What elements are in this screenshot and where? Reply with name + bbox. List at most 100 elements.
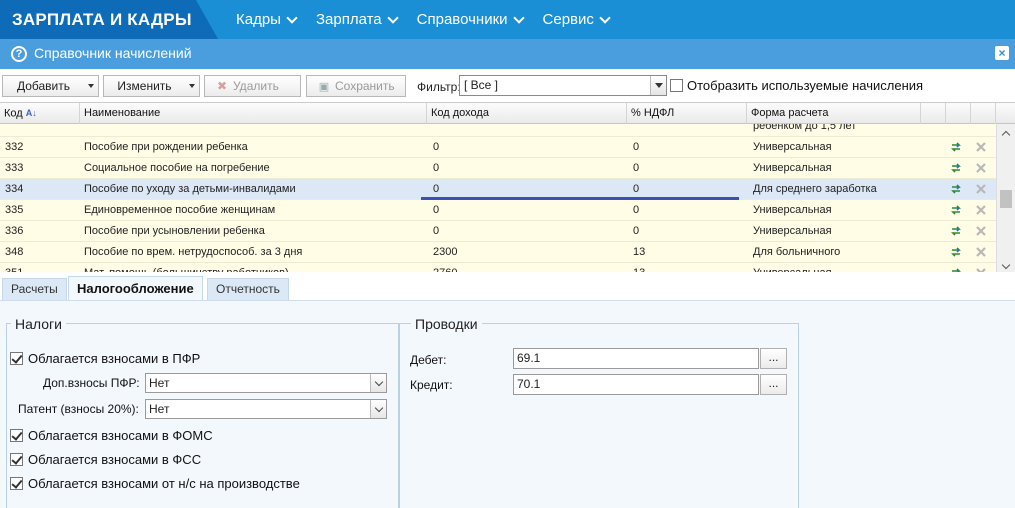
filter-select[interactable]: [ Все ] — [459, 75, 667, 96]
accruals-grid: Код A↓ Наименование Код дохода % НДФЛ Фор… — [0, 102, 1015, 272]
cell-name: Пособие при рождении ребенка — [84, 141, 248, 153]
delete-x-icon[interactable] — [975, 204, 987, 216]
table-row[interactable]: 348 Пособие по врем. нетрудоспособ. за 3 … — [0, 242, 996, 263]
table-row[interactable]: ребенком до 1,5 лет — [0, 124, 996, 137]
chevron-down-icon[interactable] — [370, 400, 386, 418]
swap-arrows-icon[interactable] — [950, 204, 962, 216]
cell-income-code: 0 — [433, 141, 440, 153]
swap-arrows-icon[interactable] — [950, 162, 962, 174]
help-icon[interactable]: ? — [11, 46, 27, 62]
grid-scrollbar[interactable] — [996, 124, 1015, 272]
foms-checkbox[interactable] — [10, 429, 23, 442]
table-row[interactable]: 336 Пособие при усыновлении ребенка 0 0 Унив… — [0, 221, 996, 242]
cell-income-code: 0 — [433, 225, 440, 237]
delete-button-label: Удалить — [233, 79, 279, 93]
dropdown-arrow-icon[interactable] — [84, 84, 98, 88]
dropdown-arrow-icon[interactable] — [650, 76, 666, 95]
window-title: Справочник начислений — [34, 45, 192, 61]
fss-checkbox[interactable] — [10, 453, 23, 466]
taxes-legend: Налоги — [11, 316, 66, 332]
cell-name: Мат. помощь (большинству работников) — [80, 263, 289, 272]
table-row[interactable]: 335 Единовременное пособие женщинам 0 0 Унив… — [0, 200, 996, 221]
window-titlebar: ? Справочник начислений × — [0, 39, 1015, 69]
dop-pfr-label: Доп.взносы ПФР: — [43, 376, 140, 390]
column-header-code[interactable]: Код A↓ — [0, 103, 80, 124]
nav-item-zarplata[interactable]: Зарплата — [316, 0, 399, 39]
column-header-action2 — [946, 103, 971, 124]
chevron-down-icon — [512, 11, 525, 24]
dropdown-arrow-icon[interactable] — [185, 84, 199, 88]
cell-ndfl: 13 — [633, 246, 646, 258]
tab-raschety[interactable]: Расчеты — [2, 278, 67, 300]
table-row[interactable]: 333 Социальное пособие на погребение 0 0 Уни… — [0, 158, 996, 179]
table-row[interactable]: 332 Пособие при рождении ребенка 0 0 Универс… — [0, 137, 996, 158]
cell-form: ребенком до 1,5 лет — [753, 124, 857, 132]
app-brand[interactable]: ЗАРПЛАТА И КАДРЫ — [0, 0, 218, 39]
save-button[interactable]: ▣ Сохранить — [306, 75, 406, 97]
nav-item-servis[interactable]: Сервис — [542, 0, 611, 39]
add-button[interactable]: Добавить — [2, 75, 99, 97]
pfr-option[interactable]: Облагается взносами в ПФР — [10, 351, 200, 366]
cell-code: 351 — [1, 263, 23, 272]
swap-arrows-icon[interactable] — [950, 225, 962, 237]
filter-label: Фильтр: — [417, 80, 461, 94]
nav-item-spravochniki[interactable]: Справочники — [417, 0, 525, 39]
ns-option[interactable]: Облагается взносами от н/с на производст… — [10, 476, 300, 491]
delete-x-icon[interactable] — [975, 246, 987, 258]
foms-option[interactable]: Облагается взносами в ФОМС — [10, 428, 213, 443]
cell-calc-form: Для среднего заработка — [753, 183, 877, 195]
patent-select[interactable]: Нет — [145, 399, 387, 419]
delete-x-icon[interactable] — [975, 183, 987, 195]
scroll-up-icon[interactable] — [997, 126, 1015, 140]
close-icon[interactable]: × — [995, 46, 1009, 60]
scroll-down-icon[interactable] — [997, 259, 1015, 272]
dop-pfr-value: Нет — [149, 376, 170, 390]
cell-name: Пособие по уходу за детьми-инвалидами — [84, 183, 296, 195]
fss-option[interactable]: Облагается взносами в ФСС — [10, 452, 201, 467]
column-header-label: Код дохода — [431, 107, 489, 119]
sort-az-icon[interactable]: A↓ — [26, 103, 37, 124]
column-header-label: Форма расчета — [751, 107, 829, 119]
cell-code: 335 — [5, 204, 24, 216]
delete-button[interactable]: ✖ Удалить — [204, 75, 301, 97]
scroll-thumb[interactable] — [1000, 190, 1012, 208]
column-header-ndfl[interactable]: % НДФЛ — [627, 103, 747, 124]
show-used-checkbox[interactable] — [670, 79, 683, 92]
nav-label: Сервис — [542, 11, 594, 28]
dop-pfr-select[interactable]: Нет — [145, 373, 387, 393]
pfr-checkbox[interactable] — [10, 352, 23, 365]
debit-input[interactable]: 69.1 — [513, 348, 759, 369]
edit-button[interactable]: Изменить — [103, 75, 200, 97]
cell-income-code: 0 — [433, 183, 440, 195]
swap-arrows-icon[interactable] — [950, 141, 962, 153]
table-row[interactable]: 334 Пособие по уходу за детьми-инвалидами… — [0, 179, 996, 200]
column-header-income-code[interactable]: Код дохода — [427, 103, 627, 124]
delete-x-icon[interactable] — [975, 141, 987, 153]
debit-browse-button[interactable]: ... — [760, 348, 787, 369]
tab-nalogooblozhenie[interactable]: Налогообложение — [68, 276, 203, 300]
credit-input[interactable]: 70.1 — [513, 374, 759, 395]
save-disk-icon: ▣ — [318, 80, 330, 93]
delete-x-icon[interactable] — [975, 162, 987, 174]
tab-otchetnost[interactable]: Отчетность — [207, 278, 289, 300]
column-header-calc-form[interactable]: Форма расчета — [747, 103, 921, 124]
nav-item-kadry[interactable]: Кадры — [236, 0, 298, 39]
chevron-down-icon[interactable] — [370, 374, 386, 392]
credit-browse-button[interactable]: ... — [760, 374, 787, 395]
chevron-down-icon — [386, 11, 399, 24]
edit-button-label: Изменить — [117, 79, 172, 93]
fss-label: Облагается взносами в ФСС — [28, 452, 202, 467]
ns-checkbox[interactable] — [10, 477, 23, 490]
delete-x-icon[interactable] — [975, 225, 987, 237]
column-header-name[interactable]: Наименование — [80, 103, 427, 124]
debit-label: Дебет: — [410, 353, 447, 367]
cell-income-code: 0 — [433, 162, 440, 174]
cell-code: 336 — [5, 225, 24, 237]
show-used-toggle[interactable]: Отобразить используемые начисления — [670, 78, 923, 93]
swap-arrows-icon[interactable] — [950, 246, 962, 258]
column-header-label: Код — [4, 107, 23, 120]
swap-arrows-icon[interactable] — [950, 183, 962, 195]
table-row[interactable]: 351 Мат. помощь (большинству работников) 2… — [0, 263, 996, 272]
cell-name: Пособие по врем. нетрудоспособ. за 3 дня — [84, 246, 303, 258]
save-button-label: Сохранить — [335, 79, 395, 93]
